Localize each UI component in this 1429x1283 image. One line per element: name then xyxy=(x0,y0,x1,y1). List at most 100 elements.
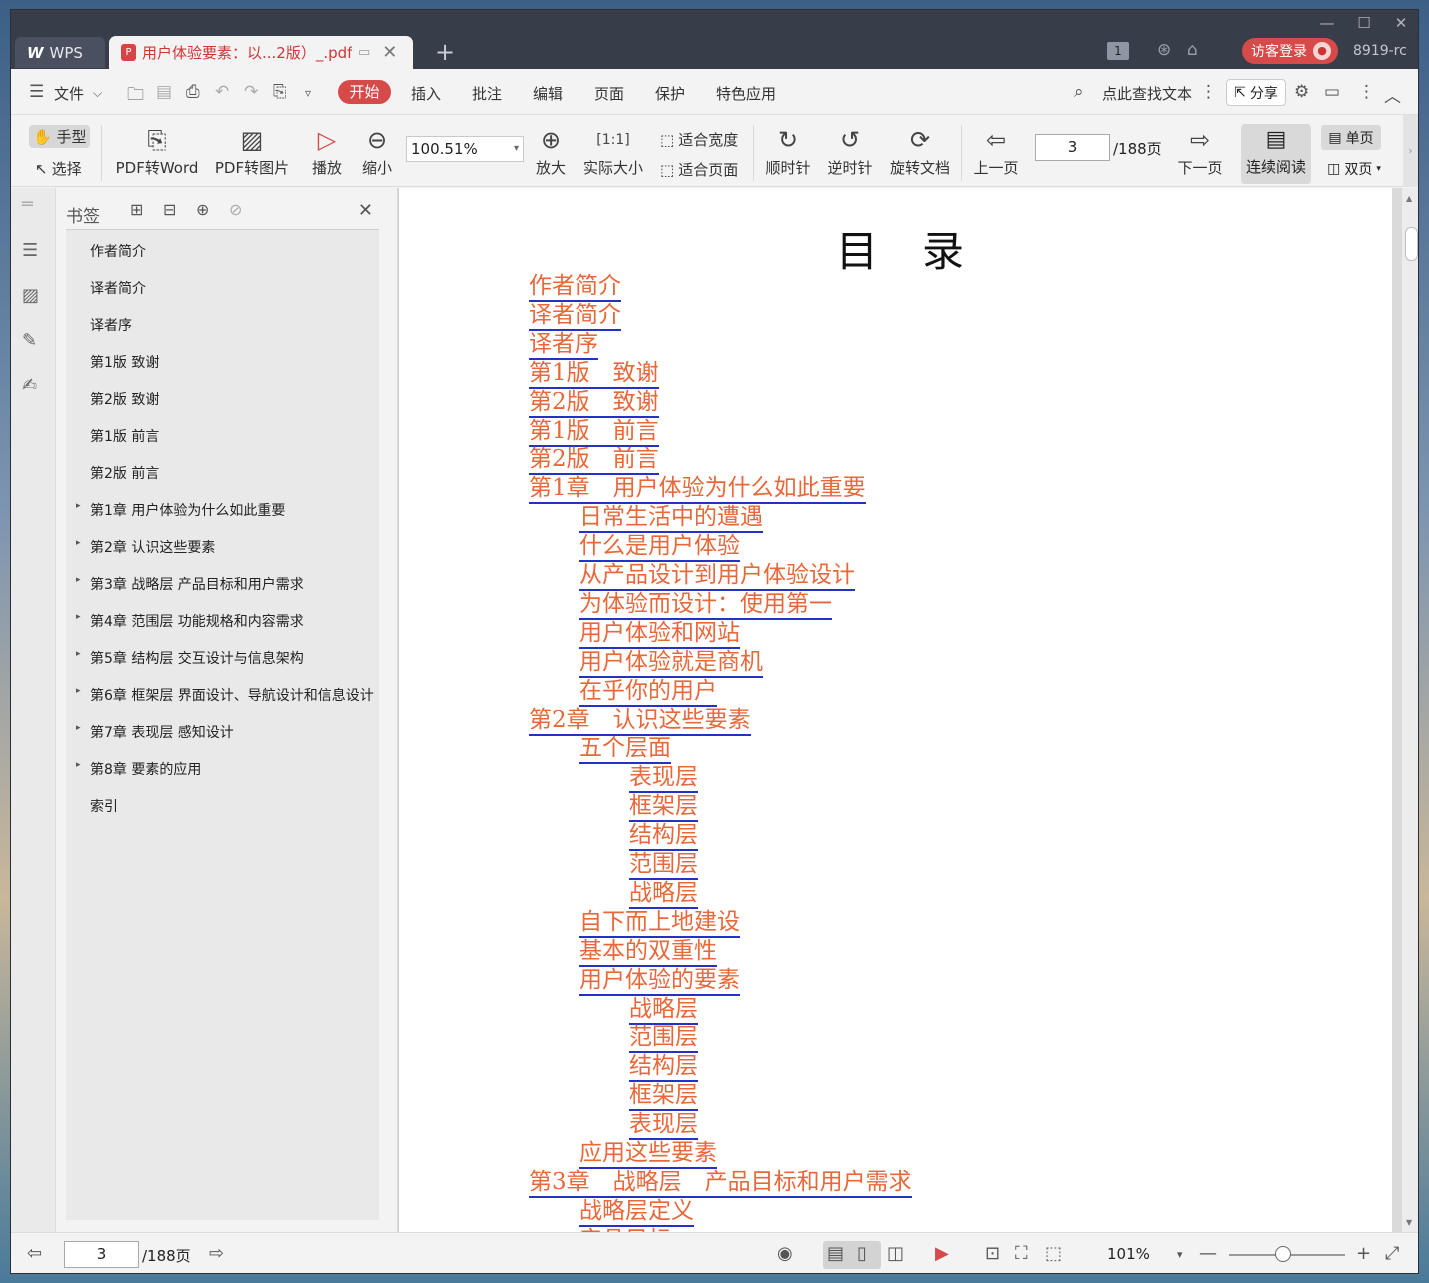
toc-link[interactable]: 范围层 xyxy=(629,1024,698,1054)
rotate-counterclockwise-button[interactable]: ↺ 逆时针 xyxy=(825,123,875,178)
toc-link[interactable]: 范围层 xyxy=(629,851,698,880)
play-slideshow-icon[interactable]: ▶ xyxy=(935,1243,949,1264)
expand-arrow-icon[interactable]: ▸ xyxy=(76,575,81,585)
share-button[interactable]: ⇱ 分享 xyxy=(1226,79,1286,106)
bookmark-item[interactable]: 作者简介 xyxy=(66,241,379,278)
toc-link[interactable]: 从产品设计到用户体验设计 xyxy=(579,562,855,591)
tab-start[interactable]: 开始 xyxy=(338,80,391,104)
actual-size-icon[interactable]: ⊡ xyxy=(985,1243,1000,1264)
toc-link[interactable]: 自下而上地建设 xyxy=(579,909,740,938)
guest-login-button[interactable]: 访客登录 ● xyxy=(1242,38,1338,64)
toc-link[interactable]: 译者序 xyxy=(529,331,598,360)
zoom-in-icon[interactable]: + xyxy=(1356,1243,1371,1264)
zoom-level-select[interactable]: 100.51% ▾ xyxy=(406,136,524,162)
bookmark-item[interactable]: 第1版 前言 xyxy=(66,426,379,463)
print-icon[interactable]: ⎙ xyxy=(186,82,200,102)
delete-bookmark-icon[interactable]: ⊘ xyxy=(229,200,242,219)
search-icon[interactable]: ⌕ xyxy=(1074,82,1084,102)
close-tab-icon[interactable]: ✕ xyxy=(382,42,397,63)
actual-size-button[interactable]: [1:1] 实际大小 xyxy=(581,123,645,178)
expand-arrow-icon[interactable]: ▸ xyxy=(76,723,81,733)
signature-icon[interactable]: ✍ xyxy=(22,375,37,396)
toc-link[interactable]: 应用这些要素 xyxy=(579,1140,717,1169)
toc-link[interactable]: 结构层 xyxy=(629,1053,698,1083)
bookmark-item[interactable]: 索引 xyxy=(66,796,379,833)
zoom-out-icon[interactable]: — xyxy=(1199,1243,1217,1264)
bookmark-item[interactable]: ▸ 第7章 表现层 感知设计 xyxy=(66,722,379,759)
pdf-to-word-button[interactable]: ⎘ PDF转Word xyxy=(111,123,203,178)
toc-link[interactable]: 第2章 认识这些要素 xyxy=(529,707,751,736)
zoom-out-button[interactable]: ⊖ 缩小 xyxy=(357,123,397,178)
comment-icon[interactable]: ▭ xyxy=(1324,82,1340,102)
bookmark-item[interactable]: ▸ 第1章 用户体验为什么如此重要 xyxy=(66,500,379,537)
bookmark-item[interactable]: ▸ 第4章 范围层 功能规格和内容需求 xyxy=(66,611,379,648)
continuous-reading-button[interactable]: ▤ 连续阅读 xyxy=(1241,124,1311,184)
open-folder-icon[interactable]: 🗀 xyxy=(127,82,144,111)
pin-tab-icon[interactable]: ▭ xyxy=(358,45,370,60)
kebab-icon[interactable]: ⋮ xyxy=(1200,82,1217,102)
fit-page-button[interactable]: ⬚ 适合页面 xyxy=(660,159,738,180)
double-page-button[interactable]: ◫ 双页 ▾ xyxy=(1321,157,1387,181)
undo-icon[interactable]: ↶ xyxy=(215,82,229,102)
close-window-icon[interactable]: ✕ xyxy=(1386,14,1416,32)
eye-protection-icon[interactable]: ◉ xyxy=(777,1243,793,1264)
thumbnail-image-icon[interactable]: ▨ xyxy=(22,285,39,306)
window-count-badge[interactable]: 1 xyxy=(1107,42,1129,60)
next-page-button[interactable]: ⇨ 下一页 xyxy=(1173,123,1227,178)
collapse-ribbon-icon[interactable]: ︿ xyxy=(1384,82,1401,107)
previous-page-button[interactable]: ⇦ 上一页 xyxy=(969,123,1023,178)
toc-link[interactable]: 译者简介 xyxy=(529,302,621,331)
page-number-input[interactable]: 3 xyxy=(1035,134,1110,161)
zoom-dropdown-icon[interactable]: ▾ xyxy=(1177,1248,1183,1261)
chevron-down-icon[interactable]: ⌵ xyxy=(93,86,102,101)
rotate-document-button[interactable]: ⟳ 旋转文档 xyxy=(887,123,953,178)
bookmark-item[interactable]: ▸ 第6章 框架层 界面设计、导航设计和信息设计 xyxy=(66,685,379,722)
scroll-up-icon[interactable]: ▲ xyxy=(1406,194,1412,203)
toc-link[interactable]: 在乎你的用户 xyxy=(579,678,717,707)
scrollbar-thumb[interactable] xyxy=(1405,227,1418,261)
toolbar-scroll-right[interactable]: › xyxy=(1403,115,1418,187)
toc-link[interactable]: 结构层 xyxy=(629,822,698,852)
status-page-input[interactable]: 3 xyxy=(64,1241,139,1268)
fit-width-icon[interactable]: ⬚ xyxy=(1045,1243,1062,1264)
drag-handle-icon[interactable]: ═ xyxy=(22,194,33,215)
zoom-slider-knob[interactable] xyxy=(1275,1246,1291,1262)
toc-link[interactable]: 表现层 xyxy=(629,1111,698,1141)
toc-link[interactable]: 框架层 xyxy=(629,1082,698,1112)
tab-page[interactable]: 页面 xyxy=(594,83,624,104)
expand-arrow-icon[interactable]: ▸ xyxy=(76,612,81,622)
tab-protect[interactable]: 保护 xyxy=(655,83,685,104)
status-zoom-value[interactable]: 101% xyxy=(1107,1245,1150,1263)
toc-link[interactable]: 什么是用户体验 xyxy=(579,533,740,563)
tab-edit[interactable]: 编辑 xyxy=(533,83,563,104)
toc-link[interactable]: 第1版 致谢 xyxy=(529,360,659,389)
expand-arrow-icon[interactable]: ▸ xyxy=(76,686,81,696)
double-view-icon[interactable]: ◫ xyxy=(887,1243,904,1264)
select-tool-button[interactable]: ↖ 选择 xyxy=(35,158,82,179)
bookmark-item[interactable]: 译者简介 xyxy=(66,278,379,315)
file-menu[interactable]: 文件 xyxy=(54,83,84,104)
scroll-down-icon[interactable]: ▼ xyxy=(1406,1218,1412,1227)
tab-insert[interactable]: 插入 xyxy=(411,83,441,104)
toc-link[interactable]: 日常生活中的遭遇 xyxy=(579,504,763,534)
sync-icon[interactable]: ⊛ xyxy=(1157,40,1171,60)
toc-link[interactable]: 战略层定义 xyxy=(579,1198,694,1227)
expand-arrow-icon[interactable]: ▸ xyxy=(76,760,81,770)
play-button[interactable]: ▷ 播放 xyxy=(305,123,349,178)
redo-icon[interactable]: ↷ xyxy=(244,82,258,102)
pdf-to-image-button[interactable]: ▨ PDF转图片 xyxy=(210,123,294,178)
toc-link[interactable]: 用户体验和网站 xyxy=(579,620,740,649)
rotate-clockwise-button[interactable]: ↻ 顺时针 xyxy=(763,123,813,178)
bookmark-list-icon[interactable]: ☰ xyxy=(22,240,38,261)
toc-link[interactable]: 战略层 xyxy=(629,880,698,909)
toc-link[interactable]: 基本的双重性 xyxy=(579,938,717,967)
bookmark-item[interactable]: ▸ 第2章 认识这些要素 xyxy=(66,537,379,574)
toc-link[interactable]: 表现层 xyxy=(629,764,698,794)
single-page-button[interactable]: ▤ 单页 xyxy=(1321,125,1381,150)
arrow-right-icon[interactable]: ⇨ xyxy=(209,1243,224,1264)
document-tab[interactable]: P 用户体验要素：以...2版）_.pdf ▭ ✕ xyxy=(109,36,413,69)
toc-link[interactable]: 作者简介 xyxy=(529,273,621,302)
wps-home-tab[interactable]: W WPS xyxy=(15,37,105,68)
bookmark-item[interactable]: 第1版 致谢 xyxy=(66,352,379,389)
toc-link[interactable]: 用户体验的要素 xyxy=(579,967,740,996)
